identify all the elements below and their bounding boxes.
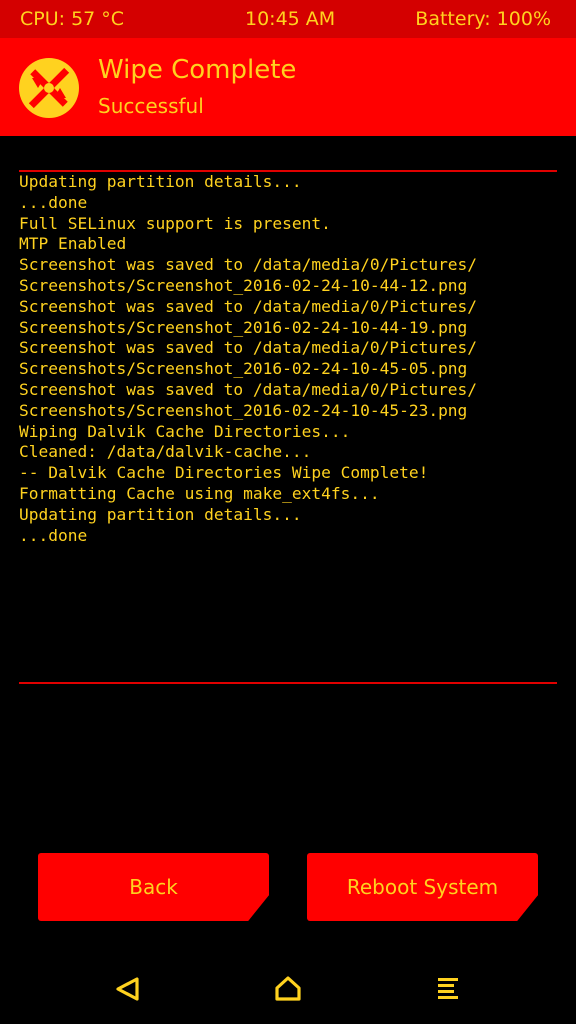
console-log[interactable]: Updating partition details... ...done Full…: [19, 172, 559, 546]
console-bottom-divider: [19, 682, 557, 684]
console-line: Screenshots/Screenshot_2016-02-24-10-45-…: [19, 400, 468, 420]
console-line: Screenshot was saved to /data/media/0/Pi…: [19, 255, 478, 275]
console-line: Screenshots/Screenshot_2016-02-24-10-45-…: [19, 359, 468, 379]
header: Wipe Complete Successful: [0, 38, 576, 136]
console-line: Formatting Cache using make_ext4fs...: [19, 483, 380, 503]
console-line: Screenshot was saved to /data/media/0/Pi…: [19, 338, 478, 358]
console-line: Screenshot was saved to /data/media/0/Pi…: [19, 379, 478, 399]
console-line: Screenshots/Screenshot_2016-02-24-10-44-…: [19, 317, 468, 337]
menu-icon[interactable]: [431, 972, 465, 1006]
back-button[interactable]: Back: [38, 853, 269, 921]
console-line: Cleaned: /data/dalvik-cache...: [19, 442, 312, 462]
back-triangle-icon[interactable]: [110, 972, 144, 1006]
console-line: Full SELinux support is present.: [19, 213, 331, 233]
battery-level: Battery: 100%: [415, 8, 551, 30]
page-subtitle: Successful: [98, 94, 204, 118]
reboot-system-button[interactable]: Reboot System: [307, 853, 538, 921]
console-line: -- Dalvik Cache Directories Wipe Complet…: [19, 463, 429, 483]
home-icon[interactable]: [271, 972, 305, 1006]
console-line: Updating partition details...: [19, 504, 302, 524]
clock: 10:45 AM: [245, 8, 336, 30]
console-line: ...done: [19, 525, 88, 545]
page-title: Wipe Complete: [98, 55, 297, 85]
console-line: ...done: [19, 192, 88, 212]
console-line: MTP Enabled: [19, 234, 127, 254]
console-line: Wiping Dalvik Cache Directories...: [19, 421, 351, 441]
console-line: Updating partition details...: [19, 172, 302, 191]
console-line: Screenshots/Screenshot_2016-02-24-10-44-…: [19, 275, 468, 295]
cpu-temperature: CPU: 57 °C: [20, 8, 125, 30]
status-bar: CPU: 57 °C 10:45 AM Battery: 100%: [0, 0, 576, 38]
console-line: Screenshot was saved to /data/media/0/Pi…: [19, 296, 478, 316]
twrp-logo-icon: [19, 58, 79, 118]
